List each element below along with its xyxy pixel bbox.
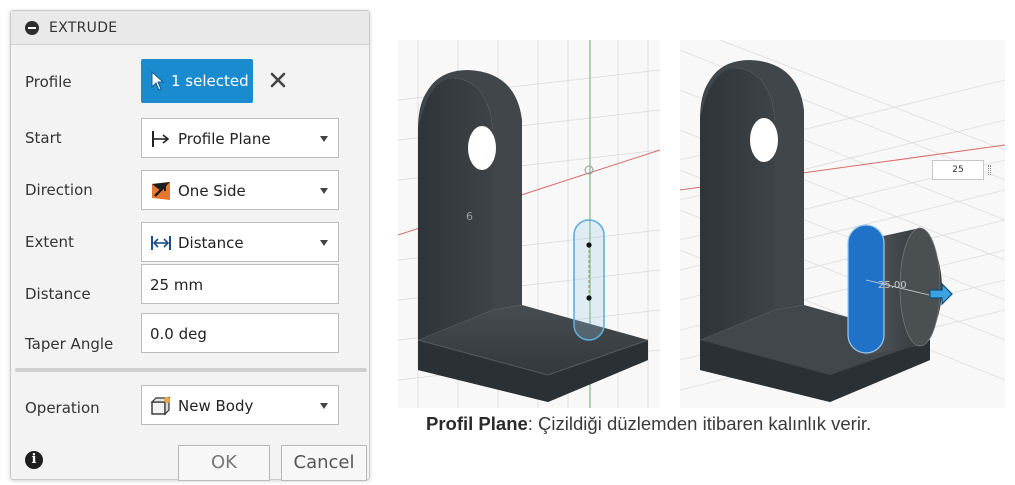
new-body-icon <box>150 396 171 416</box>
grip-icon[interactable] <box>988 165 991 175</box>
dimension-label: 6 <box>466 210 473 223</box>
direction-label: Direction <box>25 181 93 199</box>
operation-dropdown[interactable]: New Body <box>141 385 339 425</box>
operation-label: Operation <box>25 399 100 417</box>
chevron-down-icon <box>320 403 328 409</box>
taper-angle-input[interactable]: 0.0 deg <box>141 313 339 353</box>
bracket-upright <box>700 68 775 340</box>
figure-caption: Profil Plane: Çizildiği düzlemden itibar… <box>426 413 871 435</box>
start-value: Profile Plane <box>178 130 271 148</box>
clear-icon[interactable] <box>267 69 289 91</box>
one-side-icon <box>152 182 170 200</box>
chevron-down-icon <box>320 136 328 142</box>
ok-button[interactable]: OK <box>178 445 270 481</box>
taper-angle-label: Taper Angle <box>25 335 114 353</box>
distance-label: Distance <box>25 285 91 303</box>
chevron-down-icon <box>320 188 328 194</box>
dimension-label: 25.00 <box>878 280 907 291</box>
caption-bold: Profil Plane <box>426 413 528 434</box>
profile-label: Profile <box>25 73 72 91</box>
bracket-hole <box>468 126 496 170</box>
sketch-point <box>586 295 592 301</box>
extent-label: Extent <box>25 233 74 251</box>
viewport-extrude-preview[interactable]: 25.00 <box>680 40 1005 408</box>
viewport-profile-plane[interactable]: 6 <box>398 40 660 408</box>
distance-icon <box>151 236 171 250</box>
distance-input[interactable]: 25 mm <box>141 264 339 304</box>
dialog-header[interactable]: EXTRUDE <box>11 11 369 45</box>
sketch-point <box>586 242 592 248</box>
dialog-title: EXTRUDE <box>49 20 118 36</box>
section-divider <box>15 368 367 372</box>
distance-value-box[interactable]: 25 <box>932 160 984 180</box>
profile-select-button[interactable]: 1 selected <box>141 59 253 103</box>
collapse-icon[interactable] <box>25 21 39 35</box>
bracket-upright <box>418 78 493 340</box>
cursor-icon <box>151 71 165 91</box>
profile-plane-icon <box>152 131 170 147</box>
extent-value: Distance <box>178 234 244 252</box>
extent-dropdown[interactable]: Distance <box>141 222 339 262</box>
direction-dropdown[interactable]: One Side <box>141 170 339 210</box>
chevron-down-icon <box>320 240 328 246</box>
direction-value: One Side <box>178 182 246 200</box>
profile-selected-text: 1 selected <box>171 72 249 90</box>
operation-value: New Body <box>178 397 254 415</box>
info-icon[interactable]: i <box>25 451 43 469</box>
start-dropdown[interactable]: Profile Plane <box>141 118 339 158</box>
caption-text: : Çizildiği düzlemden itibaren kalınlık … <box>527 413 872 434</box>
cancel-button[interactable]: Cancel <box>281 445 367 481</box>
start-label: Start <box>25 129 62 147</box>
extrude-dialog: EXTRUDE Profile 1 selected Start Profile… <box>10 10 370 481</box>
bracket-hole <box>750 118 778 162</box>
